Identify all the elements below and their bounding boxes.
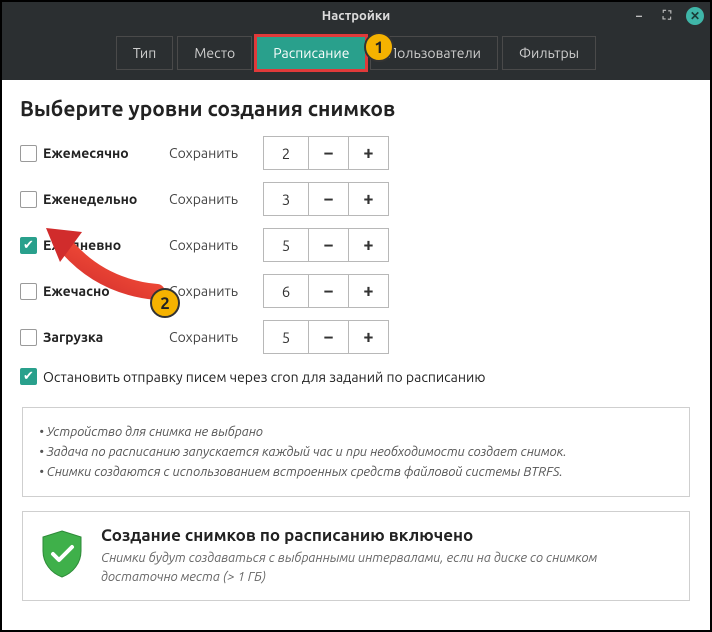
keep-label: Сохранить xyxy=(169,329,249,345)
keep-label: Сохранить xyxy=(169,283,249,299)
checkbox-monthly[interactable] xyxy=(20,145,37,162)
shield-icon xyxy=(39,529,85,583)
checkbox-cron[interactable]: ✔ xyxy=(20,368,37,385)
spinner-value-monthly[interactable]: 2 xyxy=(263,136,309,170)
spinner-dec-boot[interactable]: − xyxy=(309,320,349,354)
label-monthly: Ежемесячно xyxy=(43,145,129,161)
spinner-inc-hourly[interactable]: + xyxy=(349,274,389,308)
spinner-boot: 5 − + xyxy=(263,320,389,354)
level-row-weekly: Еженедельно Сохранить 3 − + xyxy=(20,182,692,216)
info-line-3: • Снимки создаются с использованием встр… xyxy=(39,462,673,482)
spinner-value-daily[interactable]: 5 xyxy=(263,228,309,262)
label-daily: Ежедневно xyxy=(43,237,121,253)
info-line-1: • Устройство для снимка не выбрано xyxy=(39,422,673,442)
tab-users[interactable]: Пользователи xyxy=(370,36,498,70)
spinner-monthly: 2 − + xyxy=(263,136,389,170)
status-subtitle: Снимки будут создаваться с выбранными ин… xyxy=(101,549,673,585)
info-box: • Устройство для снимка не выбрано • Зад… xyxy=(22,407,690,497)
spinner-inc-monthly[interactable]: + xyxy=(349,136,389,170)
cron-row: ✔ Остановить отправку писем через cron д… xyxy=(20,368,692,385)
spinner-weekly: 3 − + xyxy=(263,182,389,216)
level-row-monthly: Ежемесячно Сохранить 2 − + xyxy=(20,136,692,170)
tab-location[interactable]: Место xyxy=(177,36,252,70)
checkbox-weekly[interactable] xyxy=(20,191,37,208)
spinner-inc-weekly[interactable]: + xyxy=(349,182,389,216)
label-boot: Загрузка xyxy=(43,329,103,345)
content-area: Выберите уровни создания снимков Ежемеся… xyxy=(2,80,710,617)
label-weekly: Еженедельно xyxy=(43,191,137,207)
maximize-button[interactable]: ⛶ xyxy=(658,7,676,25)
titlebar: Настройки – ⛶ ✕ xyxy=(2,2,710,30)
spinner-value-hourly[interactable]: 6 xyxy=(263,274,309,308)
checkbox-hourly[interactable] xyxy=(20,283,37,300)
status-title: Создание снимков по расписанию включено xyxy=(101,526,673,545)
spinner-value-boot[interactable]: 5 xyxy=(263,320,309,354)
page-heading: Выберите уровни создания снимков xyxy=(20,96,692,120)
status-box: Создание снимков по расписанию включено … xyxy=(22,511,690,600)
label-hourly: Ежечасно xyxy=(43,283,110,299)
spinner-dec-daily[interactable]: − xyxy=(309,228,349,262)
spinner-value-weekly[interactable]: 3 xyxy=(263,182,309,216)
keep-label: Сохранить xyxy=(169,191,249,207)
spinner-dec-weekly[interactable]: − xyxy=(309,182,349,216)
close-button[interactable]: ✕ xyxy=(686,7,704,25)
level-row-hourly: Ежечасно Сохранить 6 − + xyxy=(20,274,692,308)
checkbox-daily[interactable]: ✔ xyxy=(20,237,37,254)
keep-label: Сохранить xyxy=(169,237,249,253)
checkbox-boot[interactable] xyxy=(20,329,37,346)
spinner-dec-monthly[interactable]: − xyxy=(309,136,349,170)
tab-filters[interactable]: Фильтры xyxy=(502,36,596,70)
window-title: Настройки xyxy=(322,9,390,23)
level-row-boot: Загрузка Сохранить 5 − + xyxy=(20,320,692,354)
spinner-inc-daily[interactable]: + xyxy=(349,228,389,262)
info-line-2: • Задача по расписанию запускается кажды… xyxy=(39,442,673,462)
spinner-inc-boot[interactable]: + xyxy=(349,320,389,354)
tab-bar: Тип Место Расписание Пользователи Фильтр… xyxy=(2,30,710,80)
minimize-button[interactable]: – xyxy=(630,7,648,25)
tab-type[interactable]: Тип xyxy=(116,36,173,70)
status-text: Создание снимков по расписанию включено … xyxy=(101,526,673,585)
spinner-dec-hourly[interactable]: − xyxy=(309,274,349,308)
keep-label: Сохранить xyxy=(169,145,249,161)
tab-schedule[interactable]: Расписание xyxy=(256,36,366,70)
level-row-daily: ✔ Ежедневно Сохранить 5 − + xyxy=(20,228,692,262)
cron-label: Остановить отправку писем через cron для… xyxy=(43,369,485,385)
window-controls: – ⛶ ✕ xyxy=(630,2,704,30)
spinner-hourly: 6 − + xyxy=(263,274,389,308)
spinner-daily: 5 − + xyxy=(263,228,389,262)
